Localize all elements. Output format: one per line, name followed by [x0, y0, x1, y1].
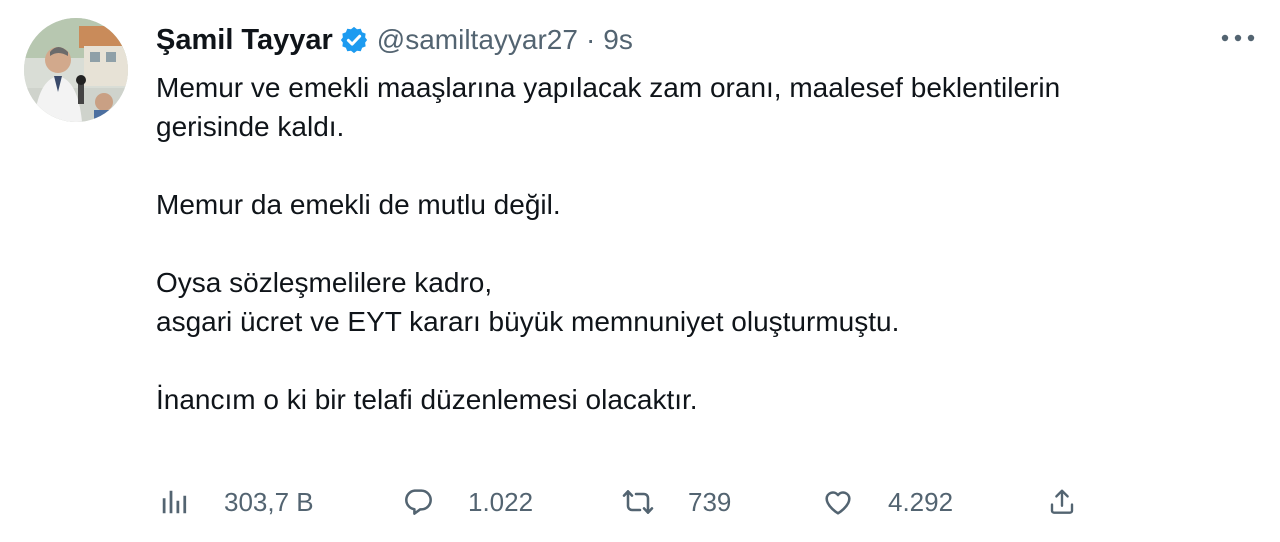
avatar[interactable] [24, 18, 128, 122]
tweet-header: Şamil Tayyar @samiltayyar27 · 9s [156, 20, 633, 60]
reply-count: 1.022 [468, 486, 534, 517]
like-count: 4.292 [888, 486, 954, 517]
tweet-text: Memur ve emekli maaşlarına yapılacak zam… [156, 68, 1246, 419]
share-button[interactable] [1044, 480, 1080, 524]
share-upload-icon [1044, 484, 1080, 520]
verified-badge-icon [339, 25, 369, 55]
retweet-count: 739 [688, 486, 732, 517]
tweet-paragraph: Memur da emekli de mutlu değil. [156, 189, 561, 220]
like-button[interactable]: 4.292 [820, 480, 953, 524]
separator-dot: · [585, 24, 596, 55]
heart-icon [820, 484, 856, 520]
bar-chart-icon [156, 484, 192, 520]
tweet-paragraph: İnancım o ki bir telafi düzenlemesi olac… [156, 384, 698, 415]
handle[interactable]: @samiltayyar27 [377, 24, 578, 56]
tweet-actions: 303,7 B 1.022 739 4.292 [156, 480, 1156, 524]
views-button[interactable]: 303,7 B [156, 480, 314, 524]
retweet-button[interactable]: 739 [620, 480, 731, 524]
timestamp[interactable]: 9s [603, 24, 633, 56]
tweet-paragraph: Memur ve emekli maaşlarına yapılacak zam… [156, 72, 1061, 142]
display-name[interactable]: Şamil Tayyar [156, 24, 333, 57]
views-count: 303,7 B [224, 486, 314, 517]
tweet-paragraph: Oysa sözleşmelilere kadro, asgari ücret … [156, 267, 900, 337]
more-options-button[interactable] [1218, 22, 1258, 54]
avatar-photo [24, 18, 128, 122]
more-dots-icon [1221, 34, 1255, 42]
reply-button[interactable]: 1.022 [400, 480, 533, 524]
speech-bubble-icon [400, 484, 436, 520]
retweet-arrows-icon [620, 484, 656, 520]
tweet-card: Şamil Tayyar @samiltayyar27 · 9s Memur v… [0, 0, 1280, 542]
